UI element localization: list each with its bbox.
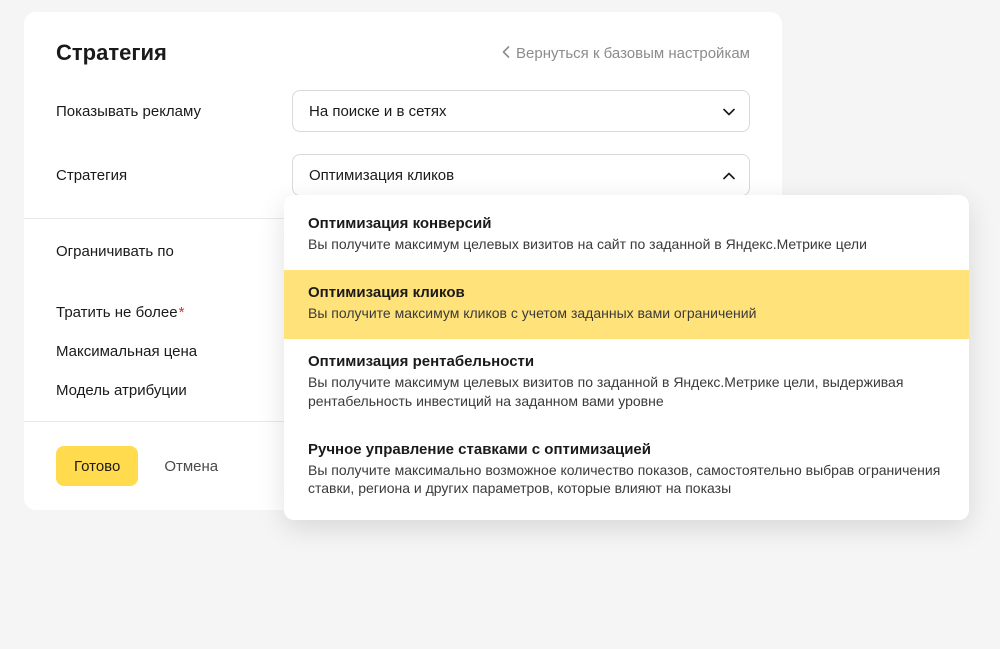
dropdown-option-title: Оптимизация кликов	[308, 284, 945, 301]
label-show-ads: Показывать рекламу	[56, 103, 292, 120]
chevron-left-icon	[502, 45, 510, 62]
cancel-button[interactable]: Отмена	[146, 446, 236, 486]
chevron-down-icon	[723, 103, 735, 120]
label-max-price: Максимальная цена	[56, 343, 292, 360]
label-strategy: Стратегия	[56, 167, 292, 184]
back-link-label: Вернуться к базовым настройкам	[516, 45, 750, 62]
select-strategy-value: Оптимизация кликов	[309, 167, 454, 184]
select-strategy[interactable]: Оптимизация кликов	[292, 154, 750, 196]
done-button[interactable]: Готово	[56, 446, 138, 486]
strategy-dropdown: Оптимизация конверсий Вы получите максим…	[284, 195, 969, 520]
back-link[interactable]: Вернуться к базовым настройкам	[502, 45, 750, 62]
select-show-ads[interactable]: На поиске и в сетях	[292, 90, 750, 132]
dropdown-option-clicks[interactable]: Оптимизация кликов Вы получите максимум …	[284, 270, 969, 339]
label-limit-by: Ограничивать по	[56, 243, 292, 260]
dropdown-option-title: Ручное управление ставками с оптимизацие…	[308, 441, 945, 458]
row-show-ads: Показывать рекламу На поиске и в сетях	[56, 90, 750, 132]
page-title: Стратегия	[56, 40, 167, 66]
dropdown-option-roi[interactable]: Оптимизация рентабельности Вы получите м…	[284, 339, 969, 427]
dropdown-option-title: Оптимизация конверсий	[308, 215, 945, 232]
dropdown-option-desc: Вы получите максимум кликов с учетом зад…	[308, 304, 945, 323]
dropdown-option-manual[interactable]: Ручное управление ставками с оптимизацие…	[284, 427, 969, 515]
chevron-up-icon	[723, 167, 735, 184]
dropdown-option-desc: Вы получите максимум целевых визитов по …	[308, 373, 945, 411]
select-show-ads-value: На поиске и в сетях	[309, 103, 446, 120]
label-attribution: Модель атрибуции	[56, 382, 292, 399]
label-spend-max: Тратить не более	[56, 304, 292, 321]
dropdown-option-desc: Вы получите максимально возможное количе…	[308, 461, 945, 499]
dropdown-option-desc: Вы получите максимум целевых визитов на …	[308, 235, 945, 254]
card-header: Стратегия Вернуться к базовым настройкам	[56, 40, 750, 66]
dropdown-option-conversions[interactable]: Оптимизация конверсий Вы получите максим…	[284, 201, 969, 270]
row-strategy: Стратегия Оптимизация кликов	[56, 154, 750, 196]
dropdown-option-title: Оптимизация рентабельности	[308, 353, 945, 370]
